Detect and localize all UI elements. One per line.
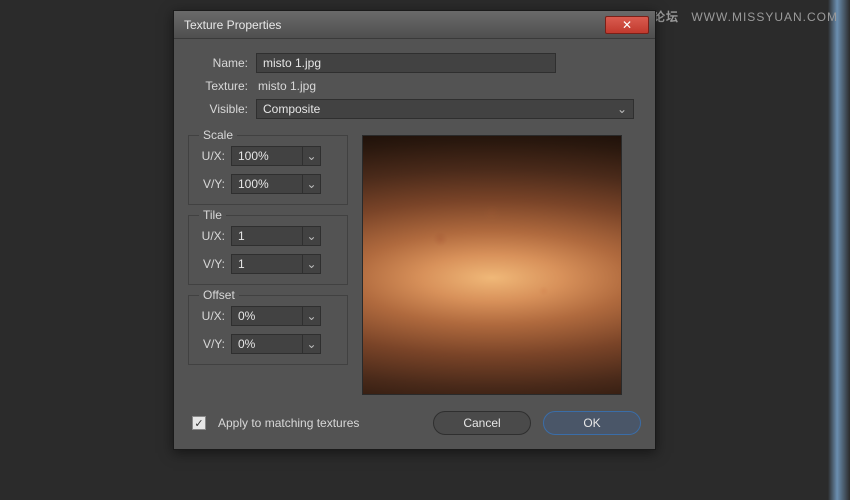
dialog-title: Texture Properties	[184, 18, 605, 32]
groups-column: Scale U/X: ⌄ V/Y: ⌄ Tile U/X:	[188, 135, 348, 395]
tile-group: Tile U/X: ⌄ V/Y: ⌄	[188, 215, 348, 285]
dialog-body: Name: Texture: misto 1.jpg Visible: Comp…	[174, 39, 655, 449]
cancel-button[interactable]: Cancel	[433, 411, 531, 435]
scale-ux-input[interactable]	[231, 146, 303, 166]
tile-ux-dropdown[interactable]: ⌄	[303, 226, 321, 246]
chevron-down-icon: ⌄	[306, 257, 316, 271]
offset-legend: Offset	[199, 288, 239, 302]
scale-ux-label: U/X:	[197, 149, 231, 163]
chevron-down-icon: ⌄	[306, 309, 316, 323]
tile-vy-label: V/Y:	[197, 257, 231, 271]
titlebar[interactable]: Texture Properties ✕	[174, 11, 655, 39]
close-button[interactable]: ✕	[605, 16, 649, 34]
name-label: Name:	[188, 56, 256, 70]
ok-button[interactable]: OK	[543, 411, 641, 435]
chevron-down-icon: ⌄	[306, 229, 316, 243]
chevron-down-icon: ⌄	[617, 102, 627, 116]
scale-vy-label: V/Y:	[197, 177, 231, 191]
chevron-down-icon: ⌄	[306, 149, 316, 163]
scale-ux-dropdown[interactable]: ⌄	[303, 146, 321, 166]
footer: ✓ Apply to matching textures Cancel OK	[188, 411, 641, 435]
apply-checkbox[interactable]: ✓	[192, 416, 206, 430]
texture-preview	[362, 135, 622, 395]
name-input[interactable]	[256, 53, 556, 73]
offset-group: Offset U/X: ⌄ V/Y: ⌄	[188, 295, 348, 365]
apply-label: Apply to matching textures	[218, 416, 421, 430]
scale-vy-input[interactable]	[231, 174, 303, 194]
tile-vy-row: V/Y: ⌄	[197, 254, 339, 274]
row-visible: Visible: Composite ⌄	[188, 99, 641, 119]
scale-vy-dropdown[interactable]: ⌄	[303, 174, 321, 194]
offset-vy-row: V/Y: ⌄	[197, 334, 339, 354]
offset-vy-label: V/Y:	[197, 337, 231, 351]
top-fields: Name: Texture: misto 1.jpg Visible: Comp…	[188, 49, 641, 135]
offset-ux-row: U/X: ⌄	[197, 306, 339, 326]
mid-section: Scale U/X: ⌄ V/Y: ⌄ Tile U/X:	[188, 135, 641, 395]
visible-value: Composite	[263, 102, 320, 116]
row-name: Name:	[188, 53, 641, 73]
chevron-down-icon: ⌄	[306, 177, 316, 191]
visible-label: Visible:	[188, 102, 256, 116]
tile-ux-row: U/X: ⌄	[197, 226, 339, 246]
offset-vy-dropdown[interactable]: ⌄	[303, 334, 321, 354]
visible-select[interactable]: Composite ⌄	[256, 99, 634, 119]
tile-vy-input[interactable]	[231, 254, 303, 274]
texture-label: Texture:	[188, 79, 256, 93]
texture-value: misto 1.jpg	[256, 79, 316, 93]
offset-ux-input[interactable]	[231, 306, 303, 326]
tile-legend: Tile	[199, 208, 226, 222]
chevron-down-icon: ⌄	[306, 337, 316, 351]
tile-ux-input[interactable]	[231, 226, 303, 246]
scale-legend: Scale	[199, 128, 237, 142]
scale-group: Scale U/X: ⌄ V/Y: ⌄	[188, 135, 348, 205]
offset-ux-dropdown[interactable]: ⌄	[303, 306, 321, 326]
tile-ux-label: U/X:	[197, 229, 231, 243]
right-gutter	[666, 0, 850, 500]
scale-ux-row: U/X: ⌄	[197, 146, 339, 166]
tile-vy-dropdown[interactable]: ⌄	[303, 254, 321, 274]
watermark-url: WWW.MISSYUAN.COM	[691, 10, 838, 24]
row-texture: Texture: misto 1.jpg	[188, 79, 641, 93]
close-icon: ✕	[622, 18, 632, 32]
scale-vy-row: V/Y: ⌄	[197, 174, 339, 194]
offset-ux-label: U/X:	[197, 309, 231, 323]
offset-vy-input[interactable]	[231, 334, 303, 354]
texture-properties-dialog: Texture Properties ✕ Name: Texture: mist…	[173, 10, 656, 450]
